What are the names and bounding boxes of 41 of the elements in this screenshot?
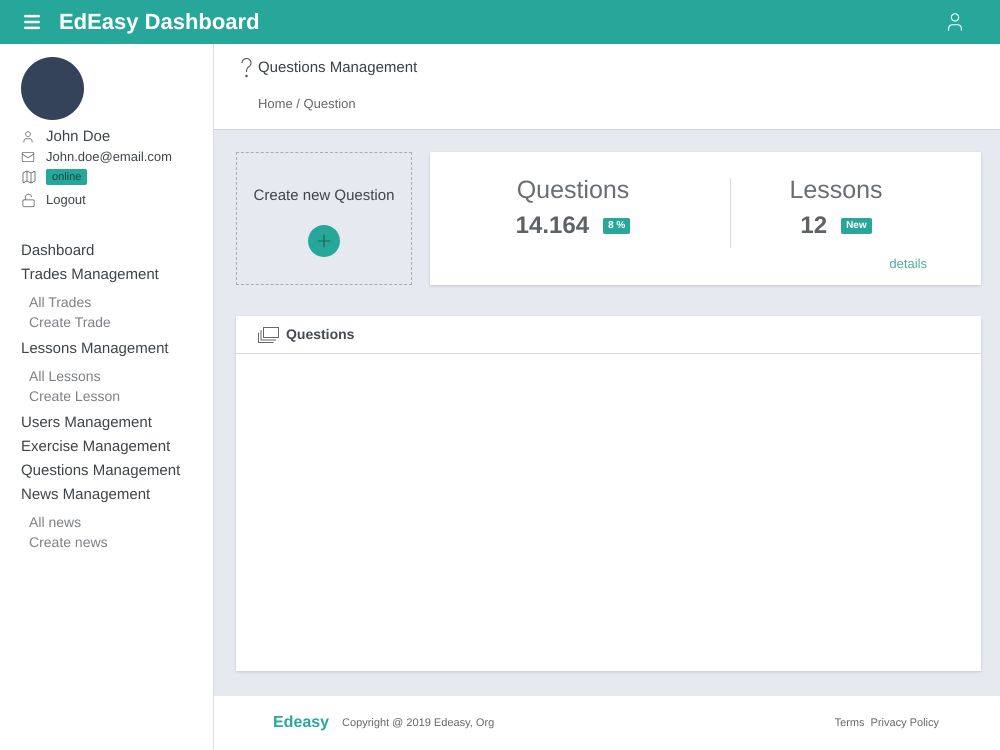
- mail-icon: [21, 150, 35, 164]
- app-title: EdEasy Dashboard: [59, 8, 260, 36]
- sidebar-item[interactable]: Users Management: [0, 411, 213, 435]
- sidebar-subitem[interactable]: All news: [0, 512, 213, 532]
- footer-link[interactable]: Terms: [834, 714, 865, 732]
- breadcrumb: Home / Question: [258, 95, 356, 113]
- add-button[interactable]: [308, 225, 340, 257]
- sidebar-subitem[interactable]: Create Lesson: [0, 386, 213, 406]
- footer-brand: Edeasy: [273, 713, 330, 733]
- stat-badge: New: [841, 218, 872, 234]
- sidebar-subitem[interactable]: Create Trade: [0, 312, 213, 332]
- lock-open-icon: [21, 192, 36, 208]
- create-card-label: Create new Question: [254, 186, 394, 206]
- page-title: Questions Management: [258, 58, 418, 78]
- sidebar-item[interactable]: Exercise Management: [0, 435, 213, 459]
- panel-title: Questions: [286, 325, 354, 344]
- question-mark-icon: [241, 58, 252, 78]
- profile-name: John Doe: [46, 126, 110, 147]
- sidebar-item[interactable]: Questions Management: [0, 459, 213, 483]
- sidebar-item[interactable]: Lessons Management: [0, 337, 213, 361]
- sidebar-item[interactable]: Dashboard: [0, 239, 213, 263]
- sidebar-subitem[interactable]: All Trades: [0, 292, 213, 312]
- stat-value: 12: [800, 211, 828, 241]
- sidebar-item[interactable]: News Management: [0, 483, 213, 507]
- stat-badge: 8 %: [603, 218, 630, 234]
- status-badge: online: [46, 169, 88, 185]
- footer-link[interactable]: Privacy Policy: [870, 714, 939, 732]
- sidebar-subitem[interactable]: All Lessons: [0, 366, 213, 386]
- stacked-windows-icon: [257, 326, 279, 342]
- logout-link[interactable]: Logout: [46, 190, 86, 210]
- sidebar-subitem[interactable]: Create news: [0, 532, 213, 552]
- user-icon: [21, 130, 35, 144]
- profile-email: John.doe@email.com: [46, 148, 172, 166]
- stat-label: Questions: [516, 175, 630, 205]
- sidebar-item[interactable]: Trades Management: [0, 263, 213, 287]
- stat-value: 14.164: [516, 211, 590, 241]
- stat-label: Lessons: [789, 175, 883, 205]
- copyright-text: Copyright @ 2019 Edeasy, Org: [342, 716, 494, 731]
- map-icon: [21, 169, 37, 185]
- menu-button[interactable]: [22, 12, 42, 32]
- menu-icon: [22, 12, 42, 32]
